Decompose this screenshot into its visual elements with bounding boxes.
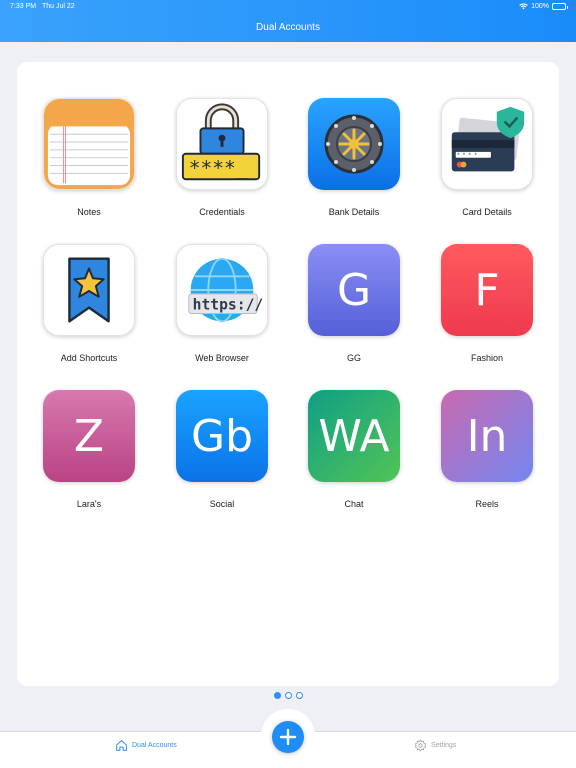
app-tile-add-shortcuts[interactable]: Add Shortcuts xyxy=(29,244,149,374)
apps-card: Notes ****_ Credentials Bank Details * *… xyxy=(17,62,559,686)
status-time: 7:33 PM xyxy=(10,3,37,10)
app-letter: Z xyxy=(73,410,105,462)
tab-settings[interactable]: Settings xyxy=(414,739,456,752)
home-icon xyxy=(116,740,127,751)
app-grid: Notes ****_ Credentials Bank Details * *… xyxy=(17,62,559,686)
page-dot[interactable] xyxy=(295,692,303,699)
battery-percent: 100% xyxy=(531,3,549,10)
app-label: Chat xyxy=(344,499,364,509)
svg-text:****_: ****_ xyxy=(189,156,248,179)
page-dot[interactable] xyxy=(284,692,292,699)
app-label: GG xyxy=(346,353,361,363)
app-label: Bank Details xyxy=(328,207,380,217)
app-tile-social[interactable]: Gb Social xyxy=(162,390,282,520)
letter-f-icon: F xyxy=(441,244,533,336)
app-tile-laras[interactable]: Z Lara's xyxy=(29,390,149,520)
status-bar: 7:33 PM Thu Jul 22 100% xyxy=(0,0,576,14)
app-label: Fashion xyxy=(470,353,504,363)
app-letter: Gb xyxy=(190,410,254,462)
letter-in-icon: In xyxy=(441,390,533,482)
app-label: Credentials xyxy=(199,207,245,217)
status-indicators: 100% xyxy=(519,3,568,10)
notes-icon xyxy=(43,98,135,190)
app-tile-web-browser[interactable]: https:// Web Browser xyxy=(162,244,282,374)
app-tile-fashion[interactable]: F Fashion xyxy=(427,244,547,374)
app-tile-notes[interactable]: Notes xyxy=(29,98,149,228)
credit-card-icon: * * * * xyxy=(441,98,533,190)
app-tile-card-details[interactable]: * * * * Card Details xyxy=(427,98,547,228)
app-label: Social xyxy=(209,499,235,509)
app-label: Lara's xyxy=(76,499,102,509)
page-title: Dual Accounts xyxy=(256,22,320,33)
tab-dual-accounts[interactable]: Dual Accounts xyxy=(115,739,177,752)
page-indicator[interactable] xyxy=(0,692,576,699)
bookmark-star-icon xyxy=(43,244,135,336)
tab-label: Dual Accounts xyxy=(132,742,177,749)
letter-wa-icon: WA xyxy=(308,390,400,482)
svg-text:* * * *: * * * * xyxy=(457,153,478,159)
app-header: 7:33 PM Thu Jul 22 100% Dual Accounts xyxy=(0,0,576,42)
app-letter: In xyxy=(466,410,508,462)
app-label: Card Details xyxy=(462,207,512,217)
app-tile-reels[interactable]: In Reels xyxy=(427,390,547,520)
app-tile-gg[interactable]: G GG xyxy=(294,244,414,374)
app-tile-credentials[interactable]: ****_ Credentials xyxy=(162,98,282,228)
app-label: Reels xyxy=(475,499,499,509)
lock-password-icon: ****_ xyxy=(176,98,268,190)
tab-label: Settings xyxy=(431,742,457,749)
letter-g-icon: G xyxy=(308,244,400,336)
vault-icon xyxy=(308,98,400,190)
app-letter: F xyxy=(474,264,500,316)
app-letter: WA xyxy=(318,410,390,462)
page-dot[interactable] xyxy=(273,692,281,699)
gear-icon xyxy=(414,739,427,752)
app-tile-bank-details[interactable]: Bank Details xyxy=(294,98,414,228)
battery-icon xyxy=(552,3,568,10)
plus-icon xyxy=(279,728,297,746)
globe-https-icon: https:// xyxy=(176,244,268,336)
app-label: Notes xyxy=(77,207,101,217)
letter-gb-icon: Gb xyxy=(176,390,268,482)
letter-z-icon: Z xyxy=(43,390,135,482)
svg-text:https://: https:// xyxy=(193,297,264,314)
add-button[interactable] xyxy=(272,721,304,753)
app-label: Add Shortcuts xyxy=(60,353,118,363)
app-tile-chat[interactable]: WA Chat xyxy=(294,390,414,520)
status-date: Thu Jul 22 xyxy=(42,3,75,10)
app-label: Web Browser xyxy=(195,353,249,363)
wifi-icon xyxy=(519,3,528,10)
app-letter: G xyxy=(336,264,372,316)
fab-container xyxy=(261,709,315,763)
